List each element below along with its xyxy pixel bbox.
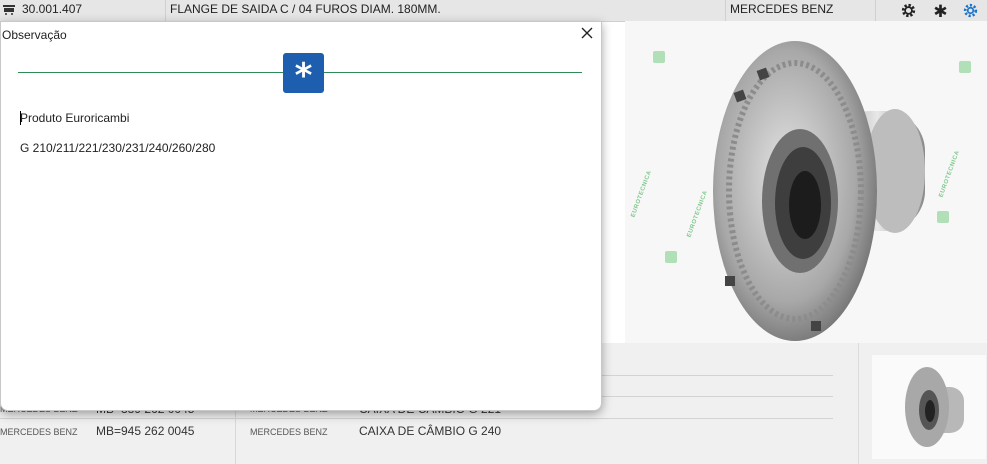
gear-icon[interactable]: [900, 2, 917, 19]
table-cell-brand: MERCEDES BENZ: [0, 427, 78, 437]
asterisk-button[interactable]: *: [283, 53, 324, 96]
flange-thumbnail-photo: [905, 367, 964, 447]
product-description: FLANGE DE SAIDA C / 04 FUROS DIAM. 180MM…: [166, 0, 726, 21]
settings-cog-icon[interactable]: [962, 2, 979, 19]
dialog-title: Observação: [2, 28, 67, 42]
product-code: 30.001.407: [18, 0, 166, 21]
product-row[interactable]: 30.001.407 FLANGE DE SAIDA C / 04 FUROS …: [0, 0, 987, 22]
observation-dialog: Observação * Produto Euroricambi G 210/2…: [0, 21, 602, 411]
close-icon[interactable]: [579, 25, 595, 41]
note-line[interactable]: G 210/211/221/230/231/240/260/280: [20, 141, 215, 155]
table-cell-oem: MB=945 262 0045: [96, 424, 195, 438]
table-cell-application: CAIXA DE CÂMBIO G 240: [359, 424, 502, 438]
table-cell-app-brand: MERCEDES BENZ: [250, 427, 328, 437]
flange-photo: [713, 41, 925, 341]
product-thumbnail[interactable]: [872, 355, 986, 459]
note-line[interactable]: Produto Euroricambi: [20, 111, 129, 125]
product-brand: MERCEDES BENZ: [726, 0, 876, 21]
asterisk-icon[interactable]: ✱: [932, 2, 949, 22]
cart-icon[interactable]: [3, 5, 15, 15]
product-image: EUROTECNICA EUROTECNICA EUROTECNICA EURO…: [625, 21, 987, 343]
